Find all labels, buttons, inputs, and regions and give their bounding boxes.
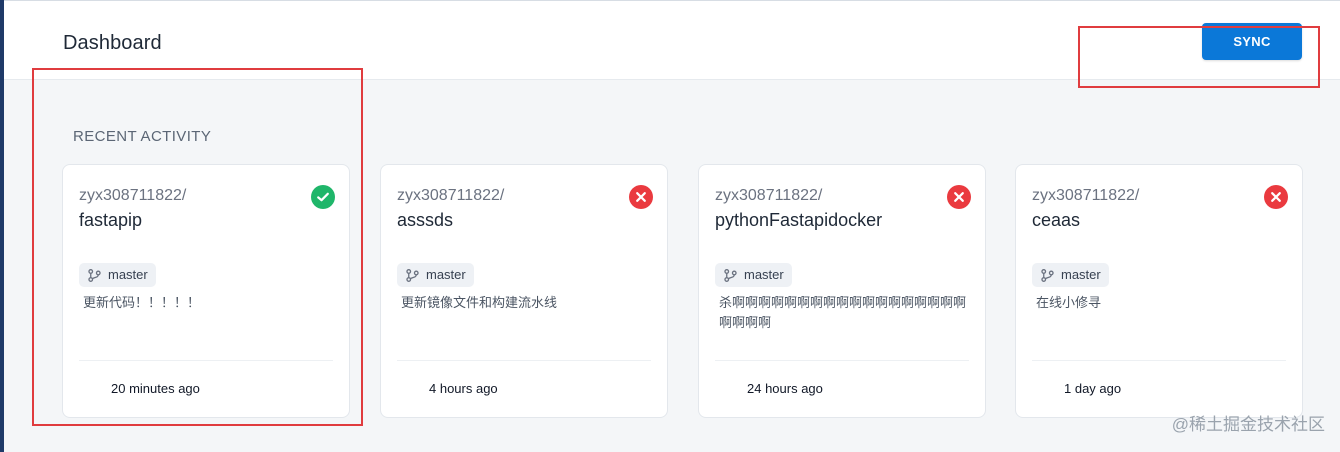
branch-chip: master <box>715 263 792 287</box>
x-circle-icon <box>1264 185 1288 209</box>
activity-card[interactable]: zyx308711822/ pythonFastapidocker master… <box>698 164 986 418</box>
git-branch-icon <box>406 268 419 282</box>
commit-message: 更新代码！！！！！ <box>83 295 201 310</box>
repo-owner: zyx308711822/ <box>1032 187 1140 204</box>
activity-card[interactable]: zyx308711822/ fastapip master 更新代码！！！！！ … <box>62 164 350 418</box>
activity-card[interactable]: zyx308711822/ asssds master 更新镜像文件和构建流水线… <box>380 164 668 418</box>
git-branch-icon <box>724 268 737 282</box>
repo-owner: zyx308711822/ <box>715 187 823 204</box>
branch-chip: master <box>397 263 474 287</box>
branch-chip: master <box>1032 263 1109 287</box>
close-icon <box>636 192 646 202</box>
top-header: Dashboard SYNC <box>4 0 1340 80</box>
commit-message: 杀啊啊啊啊啊啊啊啊啊啊啊啊啊啊啊啊啊啊啊啊啊啊 <box>719 295 967 330</box>
commit-message: 更新镜像文件和构建流水线 <box>401 295 558 310</box>
branch-name: master <box>1061 267 1101 282</box>
page-title: Dashboard <box>63 32 162 54</box>
activity-time: 1 day ago <box>1064 381 1122 396</box>
branch-name: master <box>108 267 148 282</box>
activity-time: 20 minutes ago <box>111 381 200 396</box>
repo-name: ceaas <box>1032 210 1081 230</box>
check-circle-icon <box>311 185 335 209</box>
git-branch-icon <box>1041 268 1054 282</box>
activity-time: 4 hours ago <box>429 381 498 396</box>
commit-message: 在线小修寻 <box>1036 295 1102 310</box>
branch-name: master <box>426 267 466 282</box>
card-divider <box>79 360 333 361</box>
x-circle-icon <box>947 185 971 209</box>
git-branch-icon <box>88 268 101 282</box>
recent-activity-heading: RECENT ACTIVITY <box>73 128 212 145</box>
repo-owner: zyx308711822/ <box>79 187 187 204</box>
recent-activity-cards: zyx308711822/ fastapip master 更新代码！！！！！ … <box>62 164 1303 418</box>
activity-card[interactable]: zyx308711822/ ceaas master 在线小修寻 1 day a… <box>1015 164 1303 418</box>
check-icon <box>317 192 329 202</box>
close-icon <box>954 192 964 202</box>
x-circle-icon <box>629 185 653 209</box>
sync-button[interactable]: SYNC <box>1202 23 1302 60</box>
repo-name: fastapip <box>79 210 143 230</box>
branch-chip: master <box>79 263 156 287</box>
repo-owner: zyx308711822/ <box>397 187 505 204</box>
watermark-text: @稀土掘金技术社区 <box>1171 415 1325 434</box>
card-divider <box>1032 360 1286 361</box>
close-icon <box>1271 192 1281 202</box>
repo-name: pythonFastapidocker <box>715 210 883 230</box>
repo-name: asssds <box>397 210 454 230</box>
branch-name: master <box>744 267 784 282</box>
card-divider <box>715 360 969 361</box>
card-divider <box>397 360 651 361</box>
activity-time: 24 hours ago <box>747 381 823 396</box>
